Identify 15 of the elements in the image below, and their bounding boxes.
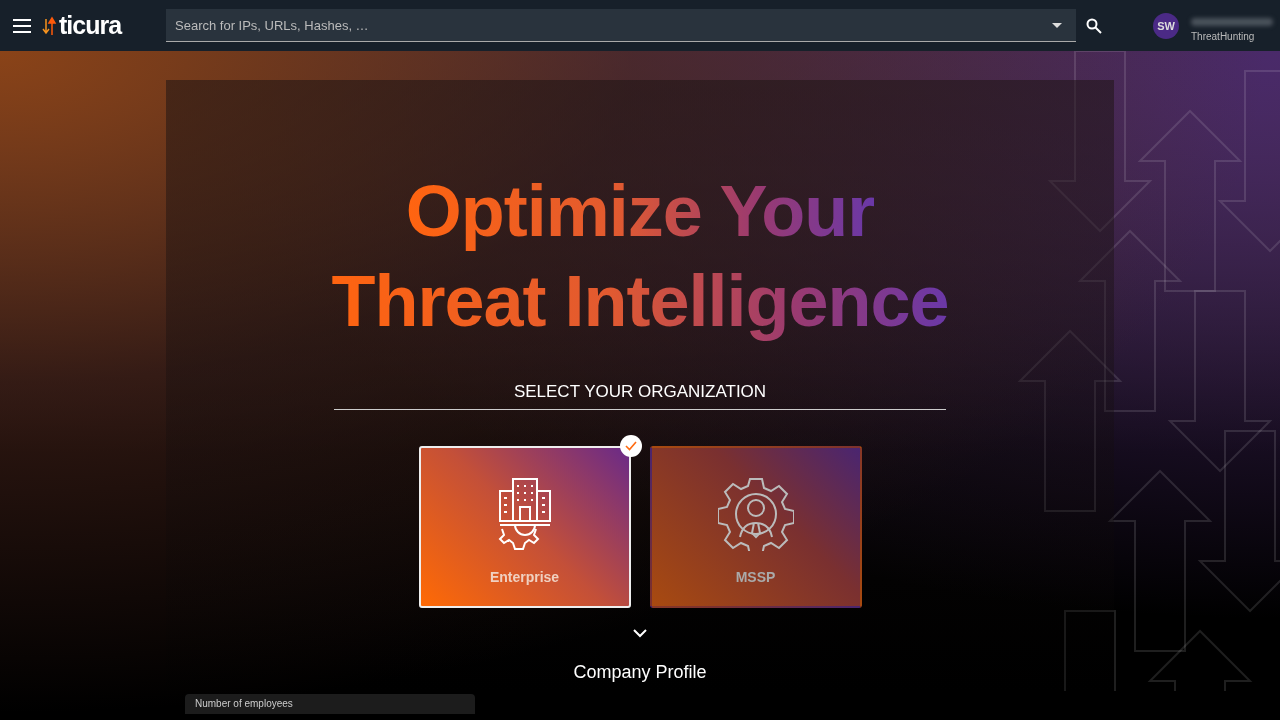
input-field[interactable]: Number of employees bbox=[185, 694, 475, 714]
search-icon[interactable] bbox=[1086, 17, 1102, 34]
chevron-down-icon[interactable] bbox=[633, 629, 647, 638]
logo-text[interactable]: ticura bbox=[59, 11, 122, 40]
menu-icon[interactable] bbox=[13, 18, 31, 33]
user-role: ThreatHunting bbox=[1191, 30, 1256, 42]
arrows-logo-icon bbox=[41, 14, 57, 37]
person-gear-icon bbox=[717, 476, 794, 551]
section-title: SELECT YOUR ORGANIZATION bbox=[334, 382, 946, 410]
dropdown-caret-icon[interactable] bbox=[1052, 23, 1062, 28]
checkmark-icon bbox=[619, 435, 642, 457]
search-field[interactable]: Search for IPs, URLs, Hashes, … bbox=[166, 9, 1076, 42]
section-heading: Company Profile bbox=[573, 662, 707, 683]
user-avatar[interactable]: SW bbox=[1153, 12, 1179, 39]
building-gear-icon bbox=[497, 476, 552, 551]
